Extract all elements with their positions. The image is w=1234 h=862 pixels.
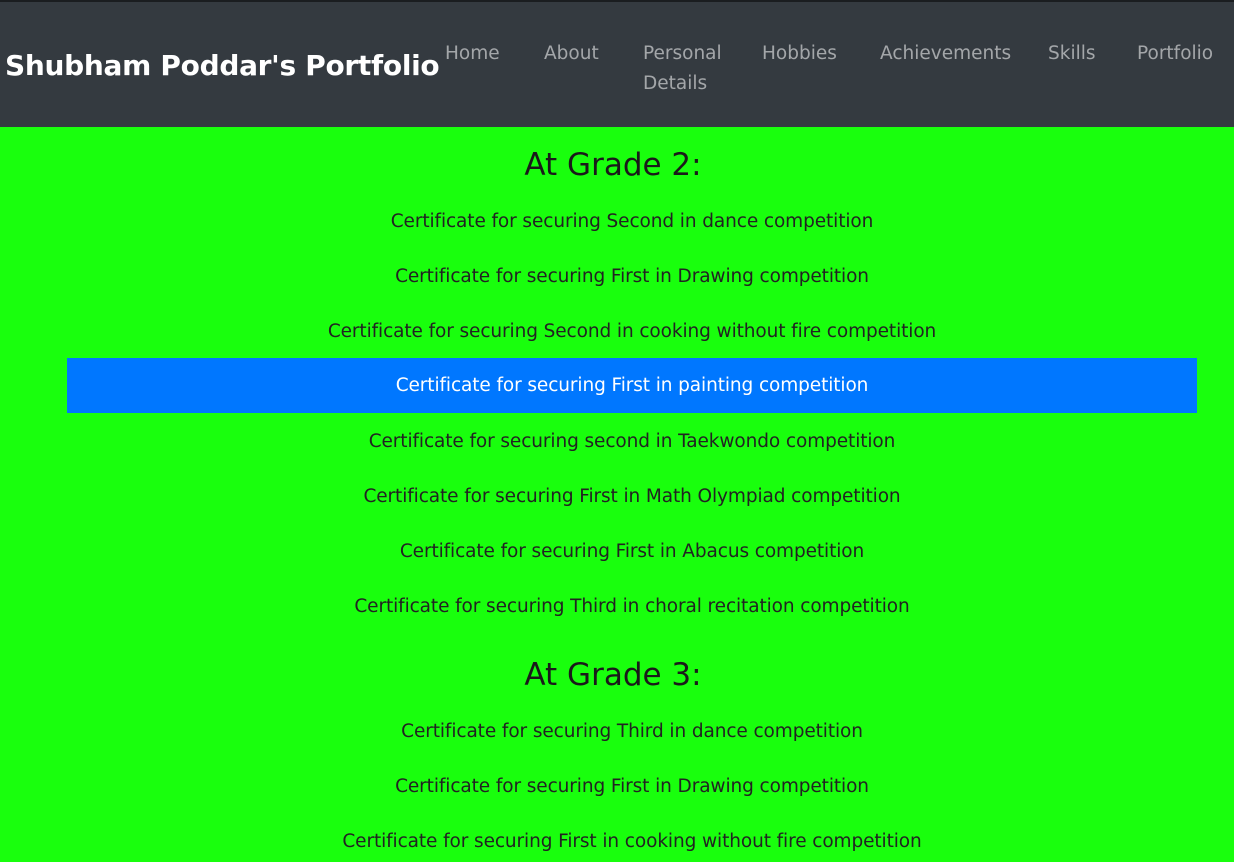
nav-link-about[interactable]: About [544,39,599,69]
certificate-item[interactable]: Certificate for securing First in Drawin… [67,249,1197,304]
nav-link-hobbies[interactable]: Hobbies [762,39,837,69]
certificate-item[interactable]: Certificate for securing Second in dance… [67,194,1197,249]
nav-link-portfolio[interactable]: Portfolio [1137,39,1213,69]
nav-link-personal-details[interactable]: Personal Details [643,39,727,99]
certificate-item[interactable]: Certificate for securing Third in choral… [67,579,1197,634]
certificate-item[interactable]: Certificate for securing Second in cooki… [67,304,1197,359]
brand-title[interactable]: Shubham Poddar's Portfolio [5,49,440,82]
certificate-item-active[interactable]: Certificate for securing First in painti… [67,358,1197,413]
certificate-item[interactable]: Certificate for securing First in Abacus… [67,524,1197,579]
nav-link-skills[interactable]: Skills [1048,39,1096,69]
certificate-item[interactable]: Certificate for securing Third in dance … [67,704,1197,759]
top-navbar: Shubham Poddar's Portfolio Home About Pe… [0,0,1234,127]
nav-link-achievements[interactable]: Achievements [880,39,1011,69]
grade-heading: At Grade 3: [524,657,702,693]
certificate-item[interactable]: Certificate for securing First in Drawin… [67,759,1197,814]
certificate-item[interactable]: Certificate for securing First in cookin… [67,814,1197,862]
nav-link-home[interactable]: Home [445,39,500,69]
certificate-item[interactable]: Certificate for securing second in Taekw… [67,414,1197,469]
grade-heading: At Grade 2: [524,147,702,183]
certificate-item[interactable]: Certificate for securing First in Math O… [67,469,1197,524]
